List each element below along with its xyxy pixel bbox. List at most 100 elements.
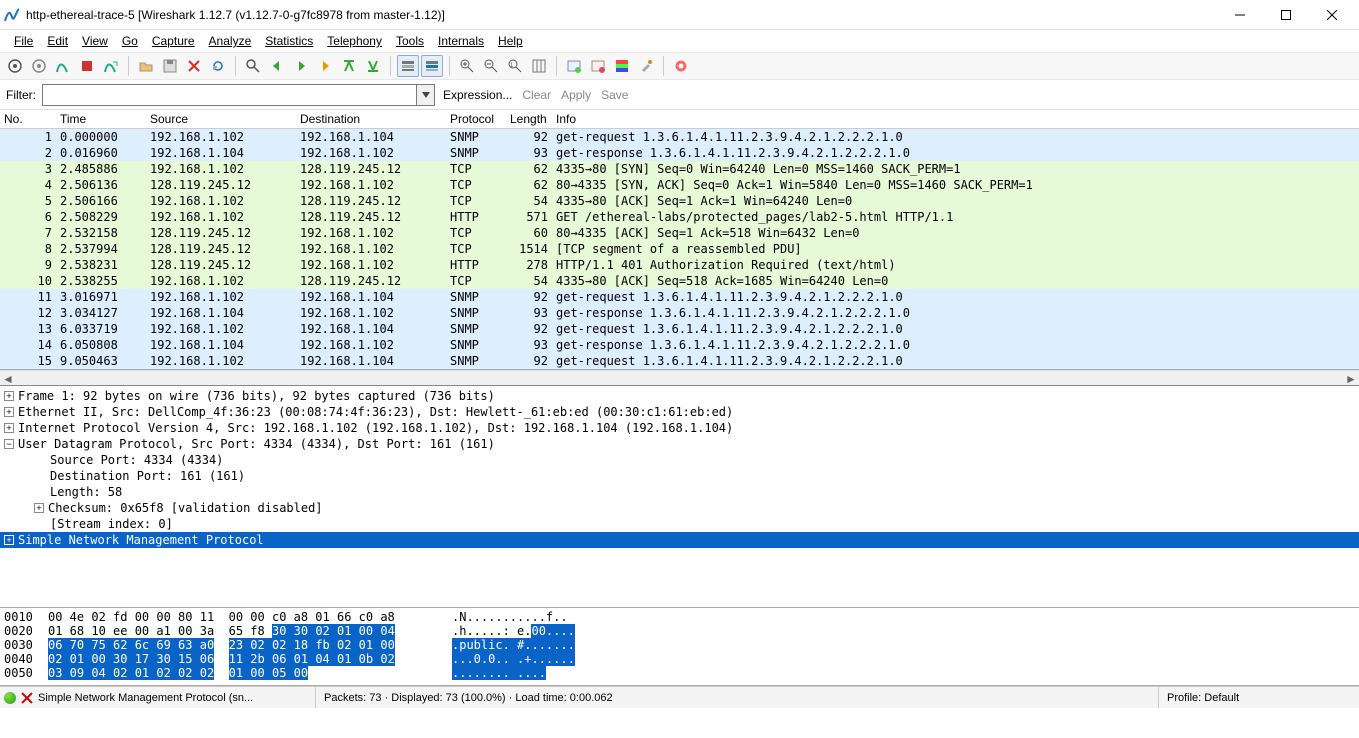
packet-row[interactable]: 159.050463192.168.1.102192.168.1.104SNMP… <box>0 353 1359 369</box>
packet-row[interactable]: 42.506136128.119.245.12192.168.1.102TCP6… <box>0 177 1359 193</box>
detail-line[interactable]: Simple Network Management Protocol <box>0 532 1359 548</box>
tb-interfaces-icon[interactable] <box>4 55 26 77</box>
maximize-button[interactable] <box>1263 0 1309 30</box>
col-src[interactable]: Source <box>146 110 296 129</box>
packet-row[interactable]: 20.016960192.168.1.104192.168.1.102SNMP9… <box>0 145 1359 161</box>
packet-row[interactable]: 82.537994128.119.245.12192.168.1.102TCP1… <box>0 241 1359 257</box>
filter-save-button[interactable]: Save <box>599 88 630 102</box>
col-dst[interactable]: Destination <box>296 110 446 129</box>
tb-options-icon[interactable] <box>28 55 50 77</box>
menu-go[interactable]: Go <box>116 32 144 50</box>
packet-list-header[interactable]: No. Time Source Destination Protocol Len… <box>0 110 1359 129</box>
packet-list-pane[interactable]: No. Time Source Destination Protocol Len… <box>0 110 1359 370</box>
hex-dump-pane[interactable]: 001000 4e 02 fd 00 00 80 11 00 00 c0 a8 … <box>0 608 1359 686</box>
col-no[interactable]: No. <box>0 110 56 129</box>
tb-prefs-icon[interactable] <box>635 55 657 77</box>
detail-line[interactable]: Length: 58 <box>0 484 1359 500</box>
packet-list-hscrollbar[interactable]: ◄ ► <box>0 370 1359 386</box>
hex-row[interactable]: 002001 68 10 ee 00 a1 00 3a 65 f8 30 30 … <box>4 624 1355 638</box>
expand-icon[interactable] <box>4 423 14 433</box>
expand-icon[interactable] <box>34 503 44 513</box>
tb-autoscroll-icon[interactable] <box>421 55 443 77</box>
tb-zoom-100-icon[interactable]: 1 <box>504 55 526 77</box>
detail-line[interactable]: Source Port: 4334 (4334) <box>0 452 1359 468</box>
stop-load-icon[interactable] <box>20 691 34 705</box>
menu-analyze[interactable]: Analyze <box>203 32 258 50</box>
tb-reload-icon[interactable] <box>207 55 229 77</box>
expert-info-icon[interactable] <box>4 692 16 704</box>
tb-stop-icon[interactable] <box>76 55 98 77</box>
tb-close-icon[interactable] <box>183 55 205 77</box>
packet-row[interactable]: 32.485886192.168.1.102128.119.245.12TCP6… <box>0 161 1359 177</box>
hex-row[interactable]: 001000 4e 02 fd 00 00 80 11 00 00 c0 a8 … <box>4 610 1355 624</box>
expand-icon[interactable] <box>4 391 14 401</box>
menu-capture[interactable]: Capture <box>146 32 201 50</box>
packet-row[interactable]: 62.508229192.168.1.102128.119.245.12HTTP… <box>0 209 1359 225</box>
detail-line[interactable]: Destination Port: 161 (161) <box>0 468 1359 484</box>
col-time[interactable]: Time <box>56 110 146 129</box>
tb-save-icon[interactable] <box>159 55 181 77</box>
menu-help[interactable]: Help <box>492 32 529 50</box>
menu-view[interactable]: View <box>76 32 114 50</box>
packet-row[interactable]: 123.034127192.168.1.104192.168.1.102SNMP… <box>0 305 1359 321</box>
menu-telephony[interactable]: Telephony <box>321 32 388 50</box>
packet-row[interactable]: 10.000000192.168.1.102192.168.1.104SNMP9… <box>0 129 1359 145</box>
hex-row[interactable]: 004002 01 00 30 17 30 15 06 11 2b 06 01 … <box>4 652 1355 666</box>
menu-tools[interactable]: Tools <box>390 32 430 50</box>
tb-find-icon[interactable] <box>242 55 264 77</box>
detail-line[interactable]: Frame 1: 92 bytes on wire (736 bits), 92… <box>0 388 1359 404</box>
filter-clear-button[interactable]: Clear <box>520 88 553 102</box>
tb-go-to-icon[interactable] <box>314 55 336 77</box>
tb-go-first-icon[interactable] <box>338 55 360 77</box>
menu-edit[interactable]: Edit <box>41 32 74 50</box>
packet-detail-pane[interactable]: Frame 1: 92 bytes on wire (736 bits), 92… <box>0 386 1359 608</box>
packet-row[interactable]: 52.506166192.168.1.102128.119.245.12TCP5… <box>0 193 1359 209</box>
col-prot[interactable]: Protocol <box>446 110 506 129</box>
packet-row[interactable]: 136.033719192.168.1.102192.168.1.104SNMP… <box>0 321 1359 337</box>
tb-zoom-out-icon[interactable] <box>480 55 502 77</box>
tb-resize-cols-icon[interactable] <box>528 55 550 77</box>
collapse-icon[interactable] <box>4 439 14 449</box>
packet-row[interactable]: 92.538231128.119.245.12192.168.1.102HTTP… <box>0 257 1359 273</box>
status-profile[interactable]: Profile: Default <box>1167 692 1239 704</box>
packet-row[interactable]: 146.050808192.168.1.104192.168.1.102SNMP… <box>0 337 1359 353</box>
tb-display-filters-icon[interactable] <box>587 55 609 77</box>
tb-restart-icon[interactable] <box>100 55 122 77</box>
hex-row[interactable]: 005003 09 04 02 01 02 02 02 01 00 05 00.… <box>4 666 1355 680</box>
tb-go-forward-icon[interactable] <box>290 55 312 77</box>
packet-row[interactable]: 113.016971192.168.1.102192.168.1.104SNMP… <box>0 289 1359 305</box>
tb-zoom-in-icon[interactable] <box>456 55 478 77</box>
scroll-left-icon[interactable]: ◄ <box>0 371 16 387</box>
col-info[interactable]: Info <box>552 110 1359 129</box>
detail-line[interactable]: Checksum: 0x65f8 [validation disabled] <box>0 500 1359 516</box>
filter-expression-button[interactable]: Expression... <box>441 88 514 102</box>
filter-apply-button[interactable]: Apply <box>559 88 593 102</box>
menu-internals[interactable]: Internals <box>432 32 490 50</box>
tb-go-back-icon[interactable] <box>266 55 288 77</box>
menu-file[interactable]: File <box>8 32 39 50</box>
filter-input[interactable] <box>42 84 417 106</box>
detail-line[interactable]: Internet Protocol Version 4, Src: 192.16… <box>0 420 1359 436</box>
hex-row[interactable]: 003006 70 75 62 6c 69 63 a0 23 02 02 18 … <box>4 638 1355 652</box>
expand-icon[interactable] <box>4 535 14 545</box>
detail-line[interactable]: Ethernet II, Src: DellComp_4f:36:23 (00:… <box>0 404 1359 420</box>
scroll-right-icon[interactable]: ► <box>1343 371 1359 387</box>
tb-open-icon[interactable] <box>135 55 157 77</box>
tb-capture-filters-icon[interactable] <box>563 55 585 77</box>
detail-line[interactable]: [Stream index: 0] <box>0 516 1359 532</box>
packet-row[interactable]: 102.538255192.168.1.102128.119.245.12TCP… <box>0 273 1359 289</box>
tb-help-icon[interactable] <box>670 55 692 77</box>
wireshark-icon <box>4 7 20 23</box>
tb-go-last-icon[interactable] <box>362 55 384 77</box>
tb-colorize-icon[interactable] <box>397 55 419 77</box>
close-button[interactable] <box>1309 0 1355 30</box>
col-len[interactable]: Length <box>506 110 552 129</box>
expand-icon[interactable] <box>4 407 14 417</box>
minimize-button[interactable] <box>1217 0 1263 30</box>
menu-statistics[interactable]: Statistics <box>259 32 319 50</box>
tb-coloring-rules-icon[interactable] <box>611 55 633 77</box>
filter-dropdown-icon[interactable] <box>417 84 435 106</box>
tb-start-icon[interactable] <box>52 55 74 77</box>
packet-row[interactable]: 72.532158128.119.245.12192.168.1.102TCP6… <box>0 225 1359 241</box>
detail-line[interactable]: User Datagram Protocol, Src Port: 4334 (… <box>0 436 1359 452</box>
